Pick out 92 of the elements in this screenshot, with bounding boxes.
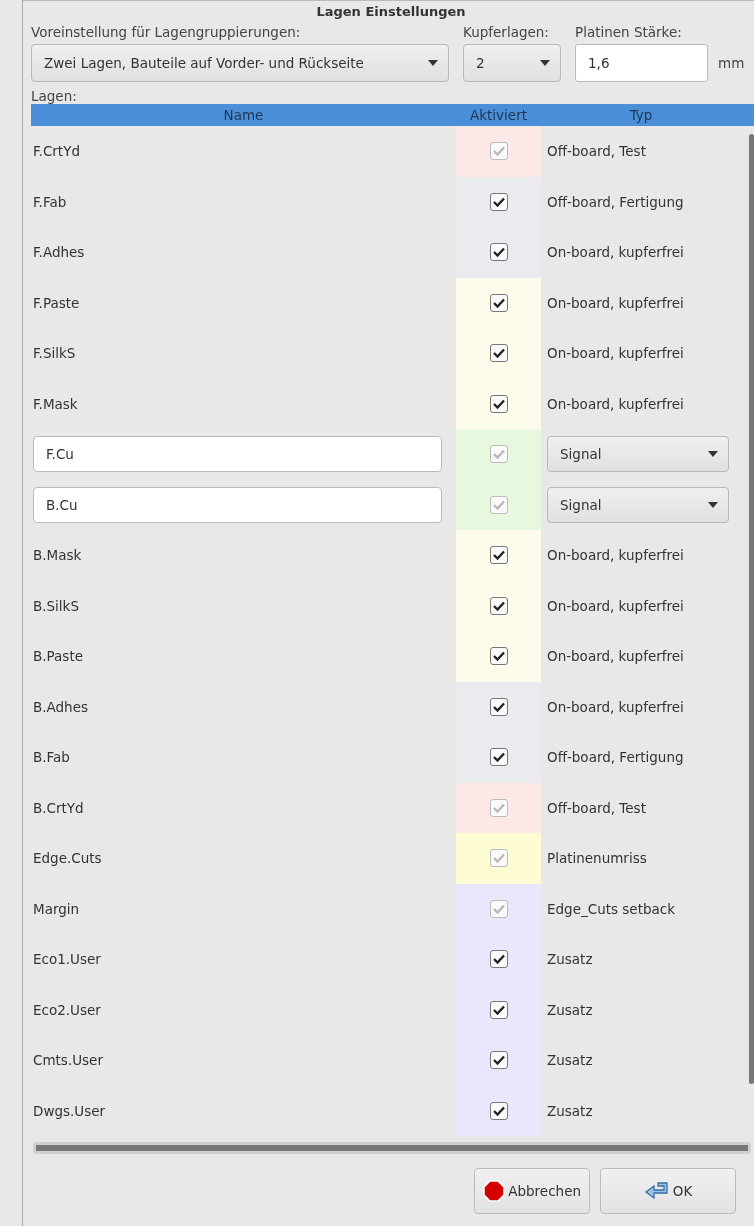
layer-type: Zusatz [547, 1052, 593, 1069]
layer-name: B.Mask [33, 547, 82, 564]
checkbox[interactable] [489, 1000, 508, 1019]
dialog-title: Lagen Einstellungen [315, 3, 467, 21]
preset-dropdown[interactable]: Zwei Lagen, Bauteile auf Vorder- und Rückseite [31, 44, 449, 82]
thickness-field[interactable]: 1,6 [575, 44, 708, 82]
check-icon [492, 1055, 505, 1066]
layer-type: Off-board, Test [547, 799, 646, 816]
layer-type: On-board, kupferfrei [547, 597, 684, 614]
check-icon [492, 802, 505, 813]
check-icon [492, 297, 505, 308]
check-icon [492, 600, 505, 611]
layer-type: Platinenumriss [547, 850, 647, 867]
layer-type: On-board, kupferfrei [547, 395, 684, 412]
check-icon [492, 752, 505, 763]
check-icon [492, 499, 505, 510]
layer-name: Cmts.User [33, 1052, 103, 1069]
cancel-button[interactable]: Abbrechen [474, 1168, 590, 1214]
caret-icon [540, 60, 550, 66]
layers-label: Lagen: [31, 88, 78, 104]
layer-name: F.CrtYd [33, 143, 80, 160]
layer-name: Margin [33, 900, 80, 917]
check-icon [492, 651, 505, 662]
checkbox[interactable] [489, 546, 508, 565]
layer-name: Eco1.User [33, 951, 101, 968]
column-header[interactable]: Name [31, 107, 456, 123]
horizontal-scrollbar[interactable] [33, 1142, 751, 1154]
layer-name: F.SilkS [33, 345, 76, 362]
layer-type: Off-board, Fertigung [547, 749, 684, 766]
caret-icon [708, 501, 718, 508]
checkbox[interactable] [489, 344, 508, 363]
enter-arrow-icon [643, 1181, 670, 1201]
checkbox[interactable] [489, 394, 508, 413]
checkbox[interactable] [489, 647, 508, 666]
layer-type: Zusatz [547, 1102, 593, 1119]
layer-type: Edge_Cuts setback [547, 900, 676, 917]
vertical-scrollbar[interactable] [749, 134, 754, 1084]
check-icon [492, 449, 505, 460]
layer-name: F.Adhes [33, 244, 85, 261]
check-icon [492, 146, 505, 157]
checkbox[interactable] [489, 596, 508, 615]
stop-icon [483, 1180, 506, 1202]
layer-type: Off-board, Test [547, 143, 646, 160]
layer-type: On-board, kupferfrei [547, 547, 684, 564]
layer-name: Eco2.User [33, 1001, 101, 1018]
unit-label: mm [718, 55, 745, 71]
layer-name: B.Fab [33, 749, 70, 766]
ok-button[interactable]: OK [600, 1168, 736, 1214]
thickness-label: Platinen Stärke: [575, 24, 683, 40]
check-icon [492, 398, 505, 409]
checkbox[interactable] [489, 748, 508, 767]
checkbox[interactable] [489, 192, 508, 211]
column-header[interactable]: Typ [541, 107, 741, 123]
layer-name: F.Paste [33, 294, 80, 311]
caret-icon [428, 60, 438, 66]
check-icon [492, 903, 505, 914]
check-icon [492, 701, 505, 712]
layer-name: Dwgs.User [33, 1102, 106, 1119]
caret-icon [708, 451, 718, 458]
layer-name: Edge.Cuts [33, 850, 102, 867]
layer-type: On-board, kupferfrei [547, 698, 684, 715]
check-icon [492, 550, 505, 561]
check-icon [492, 1105, 505, 1116]
layer-type: On-board, kupferfrei [547, 648, 684, 665]
checkbox[interactable] [489, 293, 508, 312]
column-header[interactable]: Aktiviert [456, 107, 541, 123]
layer-type: Zusatz [547, 1001, 593, 1018]
checkbox[interactable] [489, 243, 508, 262]
checkbox[interactable] [489, 1051, 508, 1070]
layer-type: On-board, kupferfrei [547, 294, 684, 311]
layer-type: On-board, kupferfrei [547, 345, 684, 362]
checkbox[interactable] [489, 1101, 508, 1120]
check-icon [492, 954, 505, 965]
checkbox[interactable] [489, 950, 508, 969]
layer-name: B.CrtYd [33, 799, 84, 816]
copper-layers-dropdown[interactable]: 2 [463, 44, 561, 82]
layer-name: B.Adhes [33, 698, 88, 715]
check-icon [492, 1004, 505, 1015]
layer-name: B.Paste [33, 648, 83, 665]
layer-name: F.Mask [33, 395, 78, 412]
check-icon [492, 196, 505, 207]
check-icon [492, 348, 505, 359]
check-icon [492, 247, 505, 258]
check-icon [492, 853, 505, 864]
layer-type: Zusatz [547, 951, 593, 968]
layer-name: F.Fab [33, 193, 67, 210]
copper-layers-label: Kupferlagen: [463, 24, 550, 40]
layer-name: B.SilkS [33, 597, 79, 614]
preset-label: Voreinstellung für Lagengruppierungen: [31, 24, 302, 40]
layer-type: Off-board, Fertigung [547, 193, 684, 210]
layer-type: On-board, kupferfrei [547, 244, 684, 261]
checkbox[interactable] [489, 697, 508, 716]
